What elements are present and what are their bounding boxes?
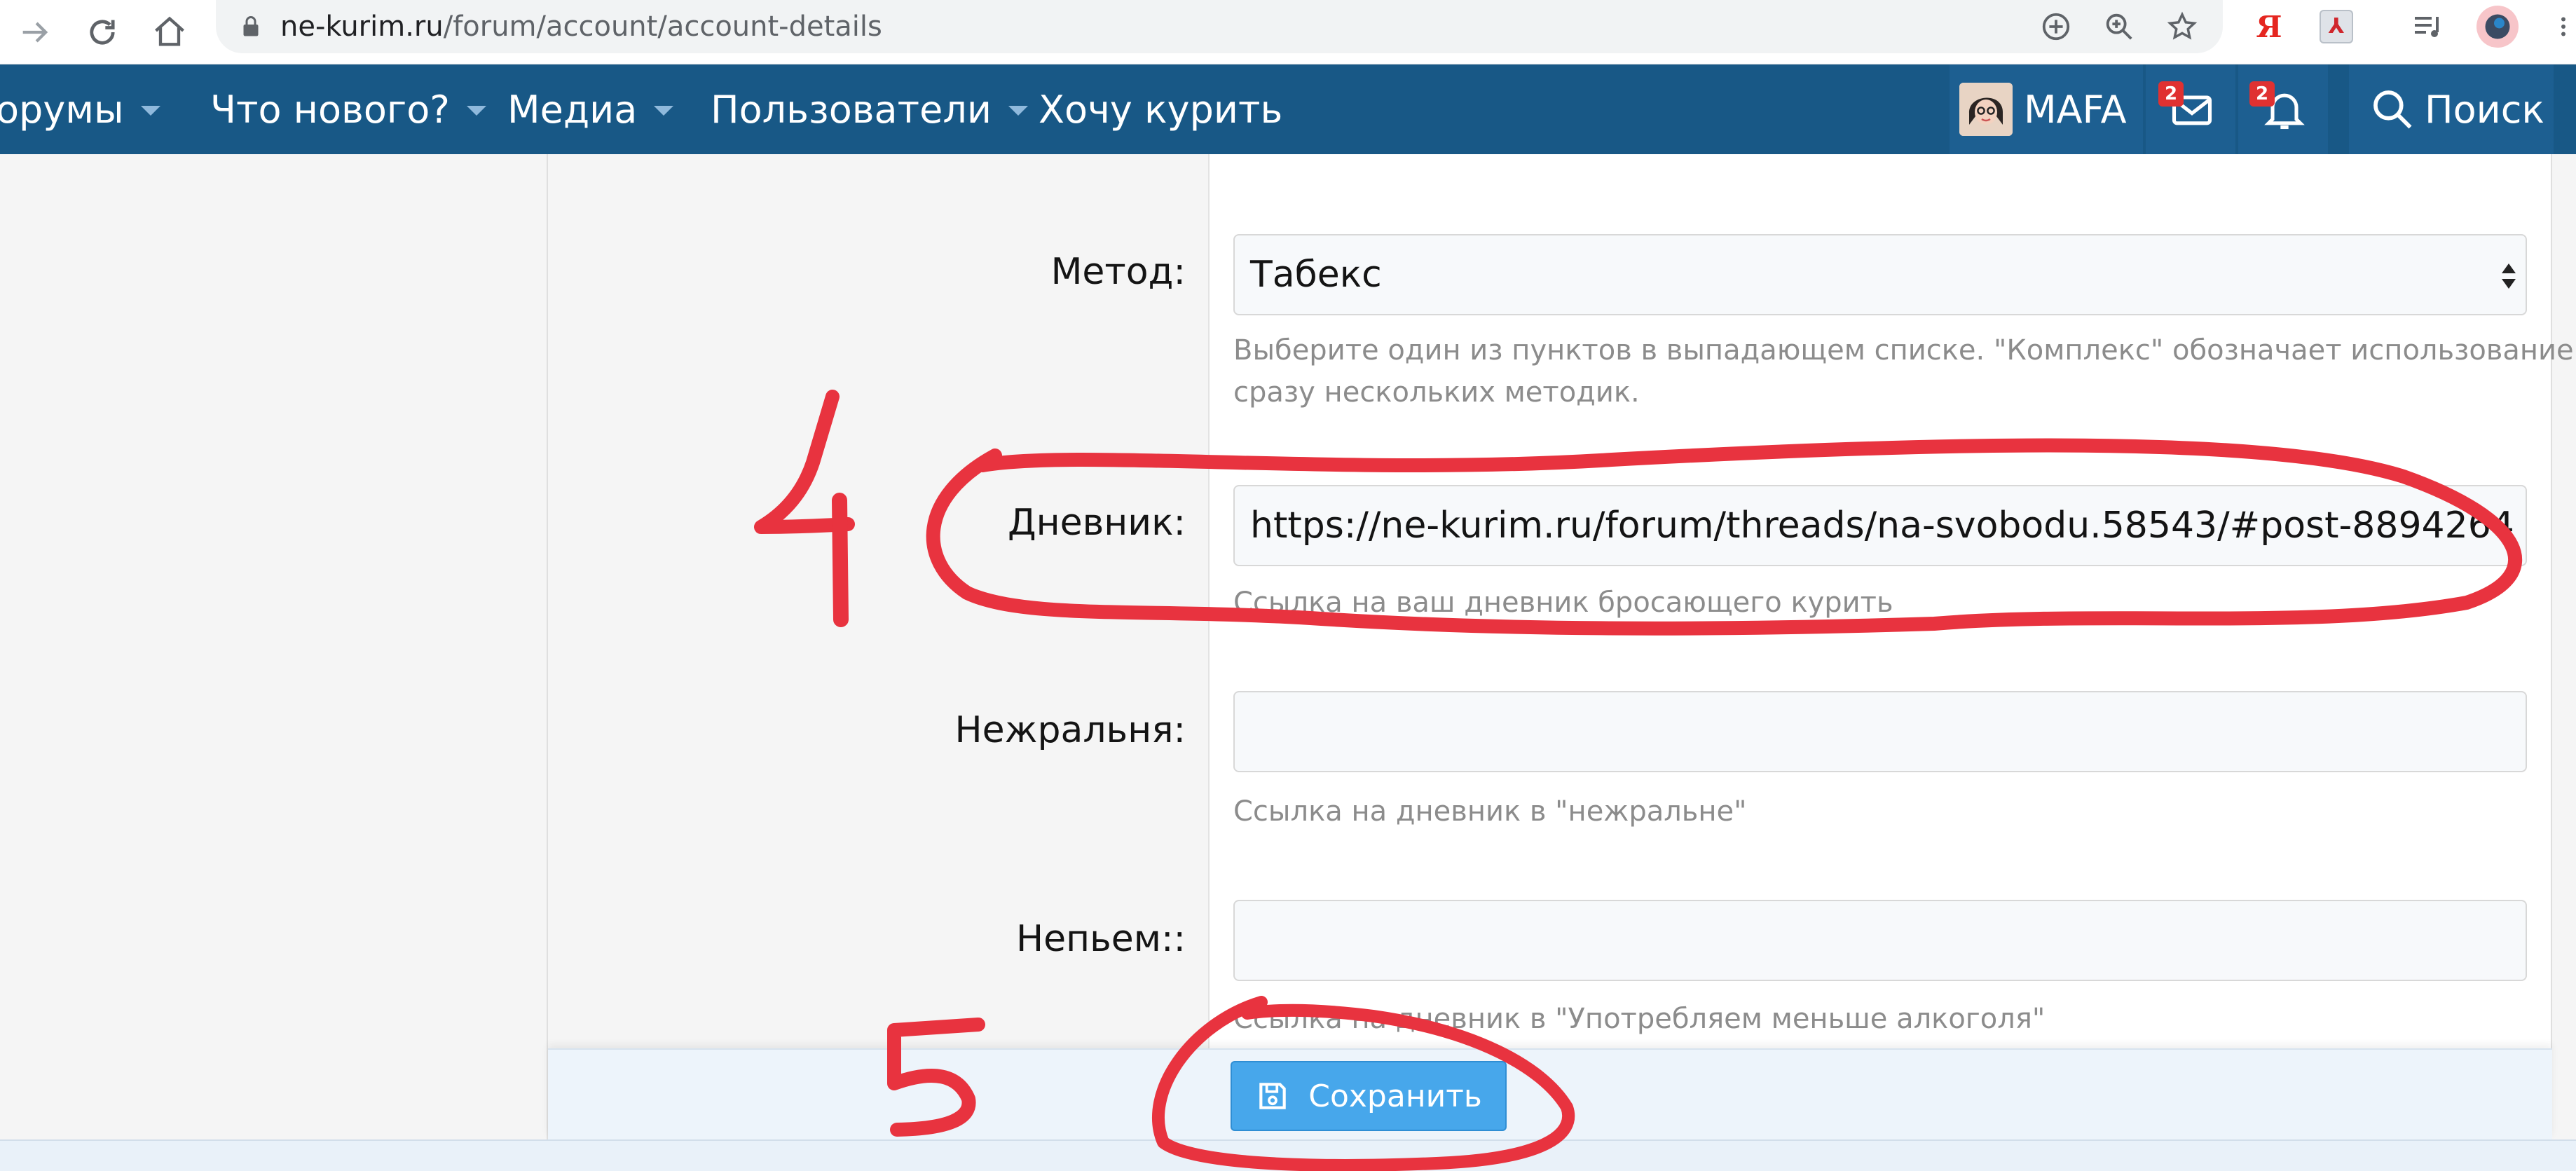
method-hint-line1: Выберите один из пунктов в выпадающем сп… — [1233, 334, 2574, 367]
nav-want-smoke-label: Хочу курить — [1039, 87, 1283, 132]
media-icon[interactable] — [2408, 7, 2447, 46]
messages-badge: 2 — [2158, 81, 2184, 107]
nepyem-label: Непьем:: — [1016, 918, 1186, 960]
nav-media-label: Медиа — [507, 87, 638, 132]
nav-media[interactable]: Медиа — [507, 64, 674, 154]
pdf-icon[interactable]: ⅄ — [2317, 7, 2356, 46]
url-path: /forum/account/account-details — [443, 11, 882, 43]
save-button[interactable]: Сохранить — [1231, 1061, 1507, 1131]
url-text[interactable]: ne-kurim.ru/forum/account/account-detail… — [280, 7, 882, 46]
chevron-down-icon[interactable] — [654, 106, 674, 116]
yandex-icon[interactable]: Я — [2249, 7, 2289, 46]
chevron-down-icon[interactable] — [1008, 106, 1028, 116]
url-host: ne-kurim.ru — [280, 11, 444, 43]
forward-icon[interactable] — [8, 6, 62, 59]
bottom-strip — [0, 1139, 2576, 1171]
save-icon — [1259, 1083, 1286, 1109]
zoom-icon[interactable] — [2101, 8, 2137, 45]
form-submit-row — [548, 1048, 2552, 1139]
method-select[interactable]: Табекс — [1233, 234, 2527, 315]
nav-whats-new-label: Что нового? — [210, 87, 450, 132]
lock-icon — [243, 16, 259, 36]
save-label: Сохранить — [1308, 1078, 1482, 1114]
nav-users-label: Пользователи — [711, 87, 992, 132]
nav-forums[interactable]: орумы — [0, 64, 160, 154]
diary-input[interactable]: https://ne-kurim.ru/forum/threads/na-svo… — [1233, 485, 2527, 566]
method-label: Метод: — [1050, 251, 1186, 293]
chevron-down-icon[interactable] — [140, 106, 160, 116]
diary-hint: Ссылка на ваш дневник бросающего курить — [1233, 587, 1893, 619]
nav-want-smoke[interactable]: Хочу курить — [1039, 64, 1282, 154]
star-icon[interactable] — [2164, 8, 2200, 45]
search-icon[interactable] — [2369, 85, 2416, 133]
page: ne-kurim.ru/forum/account/account-detail… — [0, 0, 2576, 1171]
method-value: Табекс — [1250, 254, 1382, 296]
profile-icon[interactable] — [2476, 6, 2519, 48]
method-hint-line2: сразу нескольких методик. — [1233, 376, 1640, 409]
home-icon[interactable] — [143, 6, 196, 59]
address-bar[interactable]: ne-kurim.ru/forum/account/account-detail… — [216, 0, 2223, 53]
menu-icon[interactable] — [2551, 7, 2576, 46]
browser-toolbar: ne-kurim.ru/forum/account/account-detail… — [0, 0, 2576, 64]
nezhralnya-input[interactable] — [1233, 691, 2527, 772]
nezhralnya-label: Нежральня: — [954, 709, 1186, 751]
avatar[interactable] — [1959, 83, 2013, 136]
add-icon[interactable] — [2038, 8, 2074, 45]
right-gutter — [2554, 154, 2576, 1171]
select-arrows-icon — [2502, 263, 2516, 289]
site-navigation: орумы Что нового? Медиа Пользователи Хоч… — [0, 64, 2576, 154]
alerts-badge: 2 — [2249, 81, 2275, 107]
diary-label: Дневник: — [1008, 502, 1186, 544]
nav-users[interactable]: Пользователи — [711, 64, 1028, 154]
nezhralnya-hint: Ссылка на дневник в "нежральне" — [1233, 795, 1747, 828]
nepyem-hint: Ссылка на дневник в "Употребляем меньше … — [1233, 1003, 2046, 1035]
username-label[interactable]: MAFA — [2024, 64, 2127, 154]
nav-forums-label: орумы — [0, 87, 124, 132]
left-background — [0, 154, 547, 1171]
nav-whats-new[interactable]: Что нового? — [210, 64, 486, 154]
search-label[interactable]: Поиск — [2425, 64, 2544, 154]
reload-icon[interactable] — [76, 6, 129, 59]
chevron-down-icon[interactable] — [466, 106, 486, 116]
nepyem-input[interactable] — [1233, 900, 2527, 981]
